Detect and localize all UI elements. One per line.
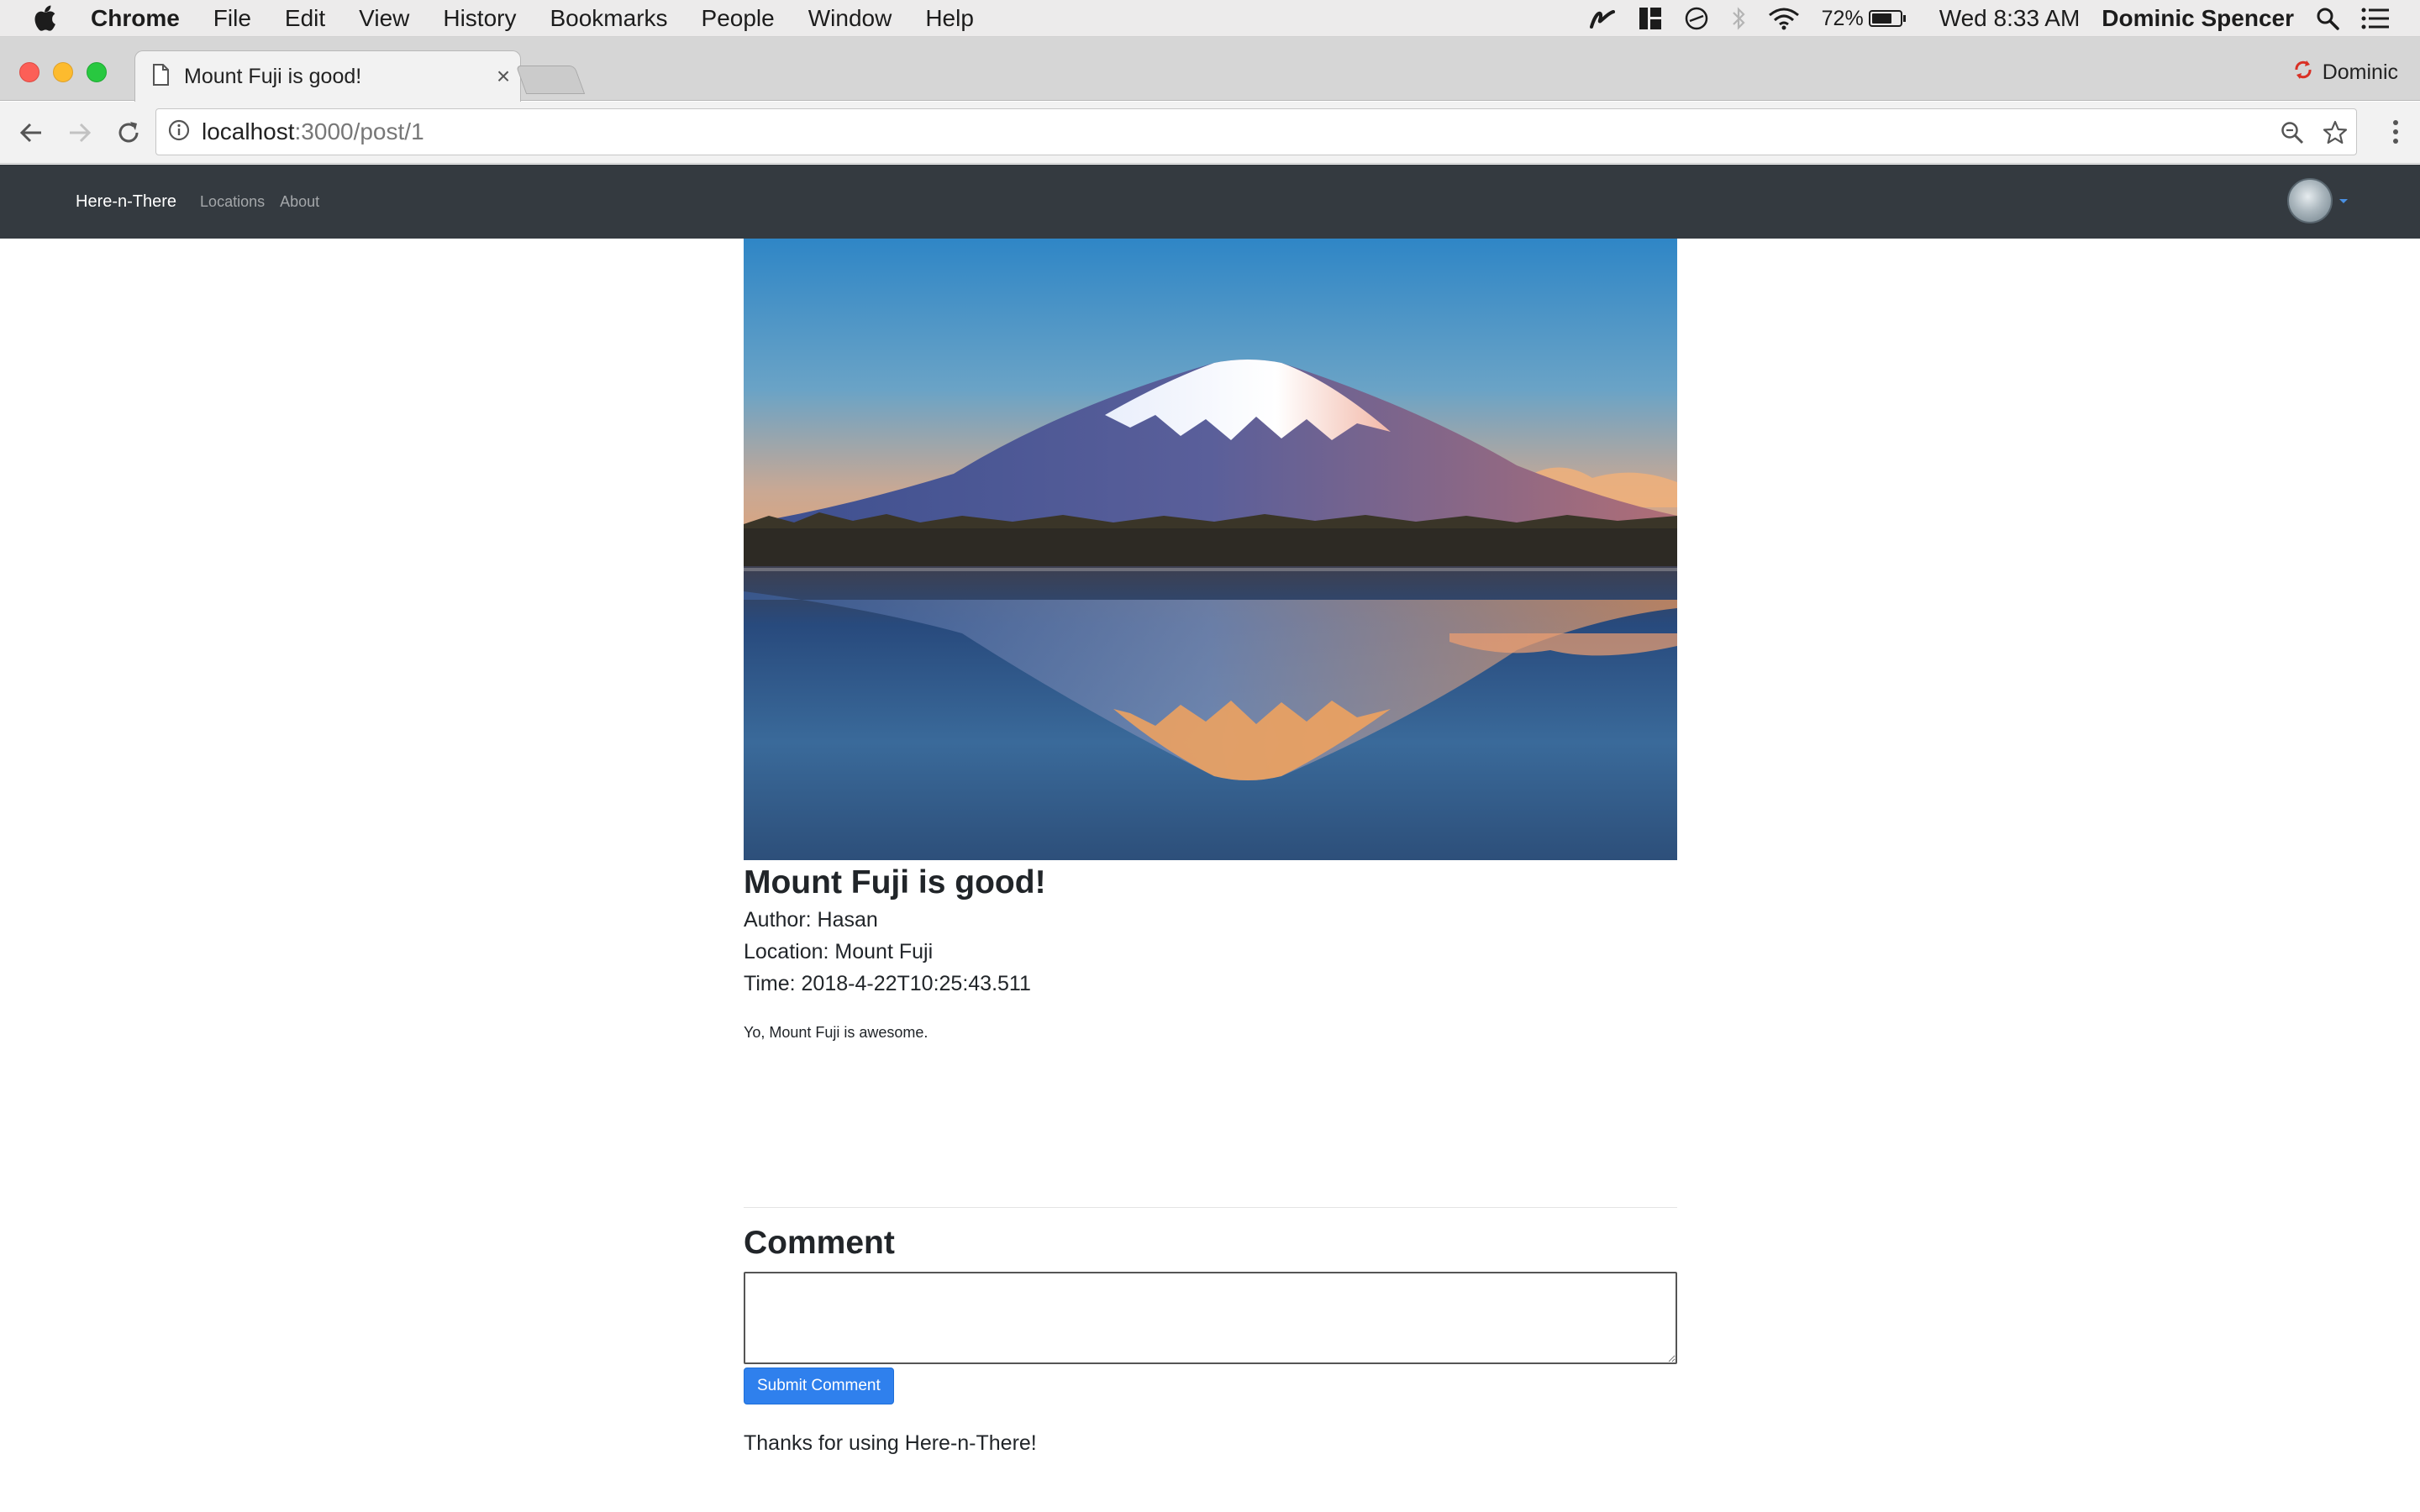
spotlight-search-icon[interactable] [2316,7,2339,30]
address-bar[interactable]: localhost:3000/post/1 [155,108,2357,155]
battery-icon [1868,10,1902,27]
window-zoom-button[interactable] [87,62,107,82]
wifi-icon[interactable] [1768,7,1800,30]
browser-tab-active[interactable]: Mount Fuji is good! × [134,50,521,102]
zoom-icon[interactable] [2281,121,2304,144]
post-location: Location: Mount Fuji [744,940,934,963]
grid-layout-icon[interactable] [1639,7,1662,30]
post-body: Yo, Mount Fuji is awesome. [744,1024,929,1041]
menu-history[interactable]: History [443,5,516,32]
url-text[interactable]: localhost:3000/post/1 [202,118,424,145]
script-editor-icon[interactable] [1588,7,1617,30]
menu-edit[interactable]: Edit [285,5,325,32]
new-tab-button[interactable] [515,66,586,94]
menu-bar-user[interactable]: Dominic Spencer [2102,5,2294,32]
window-close-button[interactable] [19,62,39,82]
url-path: :3000/post/1 [294,118,424,144]
tab-title: Mount Fuji is good! [184,64,362,88]
menu-help[interactable]: Help [925,5,974,32]
post-title: Mount Fuji is good! [744,864,1046,900]
nav-link-about[interactable]: About [280,193,319,211]
menu-people[interactable]: People [702,5,775,32]
back-arrow-icon [19,123,41,142]
menu-bar-clock[interactable]: Wed 8:33 AM [1939,5,2081,32]
submit-comment-button[interactable]: Submit Comment [744,1368,894,1404]
menu-chrome[interactable]: Chrome [91,5,180,32]
comment-heading: Comment [744,1225,895,1261]
post-image [744,239,1677,860]
browser-toolbar: localhost:3000/post/1 [0,102,2420,164]
tab-close-icon[interactable]: × [487,63,520,90]
post-author: Author: Hasan [744,908,878,932]
do-not-disturb-icon[interactable] [1684,6,1709,31]
footer-thanks: Thanks for using Here-n-There! [744,1431,1037,1455]
menu-file[interactable]: File [213,5,251,32]
avatar [2287,178,2333,223]
site-navbar: Here-n-There Locations About [0,165,2420,239]
back-button[interactable] [10,112,52,154]
section-divider [744,1207,1677,1208]
bluetooth-icon[interactable] [1731,6,1746,31]
url-host: localhost [202,118,295,144]
navbar-brand[interactable]: Here-n-There [76,192,176,212]
browser-menu-icon[interactable] [2391,118,2400,150]
nav-link-locations[interactable]: Locations [200,193,265,211]
forward-button[interactable] [59,112,101,154]
battery-status[interactable]: 72% [1822,7,1906,31]
apple-logo-icon[interactable] [34,4,59,33]
profile-button[interactable]: Dominic [2292,55,2398,89]
battery-percent: 72% [1821,6,1864,30]
menu-bar-status-area: 72% Wed 8:33 AM Dominic Spencer [1566,0,2390,37]
user-menu-toggle[interactable] [2287,178,2348,223]
page-favicon-icon [152,63,169,90]
site-info-icon[interactable] [168,119,190,145]
reload-button[interactable] [108,112,150,154]
chevron-down-icon [2339,198,2348,203]
macos-menu-bar: Chrome File Edit View History Bookmarks … [0,0,2420,37]
browser-tab-strip: Mount Fuji is good! × Dominic [0,37,2420,102]
bookmark-star-icon[interactable] [2323,120,2348,145]
profile-name: Dominic [2322,60,2398,84]
reload-icon [118,121,139,142]
post-container: Mount Fuji is good! Author: Hasan Locati… [744,239,1677,1043]
notification-center-icon[interactable] [2361,8,2390,29]
menu-window[interactable]: Window [808,5,892,32]
sync-paused-icon [2292,59,2314,87]
menu-view[interactable]: View [359,5,409,32]
menu-bookmarks[interactable]: Bookmarks [550,5,667,32]
post-time: Time: 2018-4-22T10:25:43.511 [744,972,1031,995]
comment-textarea[interactable] [744,1272,1677,1364]
forward-arrow-icon [70,123,92,142]
window-minimize-button[interactable] [53,62,73,82]
